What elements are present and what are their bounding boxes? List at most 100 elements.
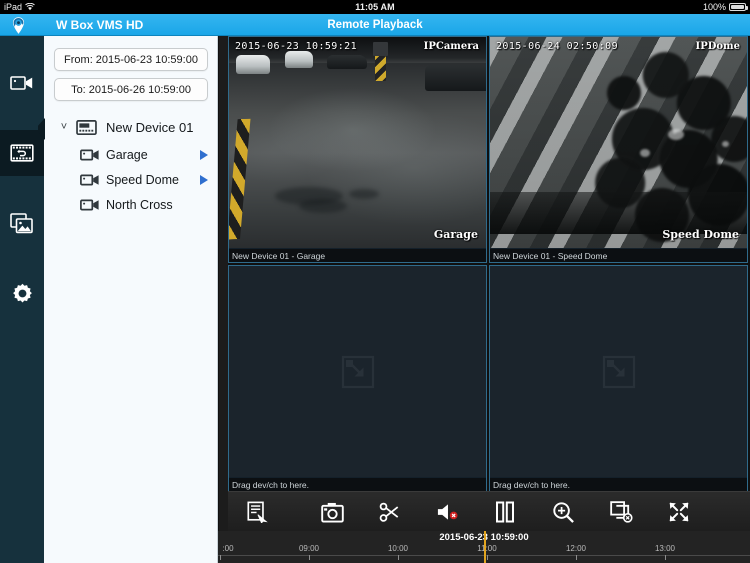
fullscreen-icon	[669, 502, 689, 522]
scene-highlight	[668, 129, 684, 140]
scene-stain	[299, 199, 347, 213]
tree-item-channel-label: North Cross	[106, 197, 173, 212]
osd-channel-name: Garage	[433, 228, 478, 241]
device-nvr-icon	[76, 119, 97, 135]
tree-item-channel-speed-dome[interactable]: Speed Dome	[44, 167, 218, 192]
end-time-field[interactable]: To: 2015-06-26 10:59:00	[54, 78, 208, 101]
osd-timestamp: 2015-06-24 02:50:09	[496, 41, 618, 52]
close-windows-icon	[609, 501, 633, 523]
timeline-tick	[309, 555, 310, 560]
tree-item-channel-garage[interactable]: Garage	[44, 142, 218, 167]
clip-button[interactable]	[360, 492, 418, 532]
video-cell-empty-3[interactable]: Drag dev/ch to here.	[228, 265, 487, 492]
status-bar-clock: 11:05 AM	[355, 2, 395, 12]
timeline-tick-label: 09:00	[298, 544, 320, 553]
timeline-tick-label: 13:00	[654, 544, 676, 553]
chevron-down-icon[interactable]: ˅	[58, 121, 70, 133]
magnifier-plus-icon	[552, 501, 574, 523]
video-cell-garage[interactable]: 2015-06-23 10:59:21 IPCamera Garage New …	[228, 36, 487, 263]
tree-item-device[interactable]: ˅ New Device 01	[44, 112, 218, 142]
gear-icon	[12, 283, 32, 303]
audio-button[interactable]	[418, 492, 476, 532]
capture-button[interactable]	[303, 492, 361, 532]
scene-highlight	[722, 141, 729, 147]
device-sidebar: From: 2015-06-23 10:59:00 To: 2015-06-26…	[44, 36, 218, 563]
video-grid: 2015-06-23 10:59:21 IPCamera Garage New …	[228, 36, 750, 492]
playback-timeline[interactable]: 2015-06-23 10:59:00 :00 09:00 10:00 11:0…	[218, 531, 750, 563]
sidebar-item-live-view[interactable]	[0, 60, 44, 106]
video-feed: 2015-06-23 10:59:21 IPCamera Garage	[229, 37, 486, 248]
video-cell-empty-4[interactable]: Drag dev/ch to here.	[489, 265, 748, 492]
video-camera-icon	[10, 76, 33, 90]
play-triangle-icon[interactable]	[200, 149, 208, 160]
camera-icon	[80, 149, 99, 160]
camera-icon	[80, 174, 99, 185]
ios-status-bar: iPad 11:05 AM 100%	[0, 0, 750, 14]
scene-car	[236, 55, 270, 74]
tree-item-channel-north-cross[interactable]: North Cross	[44, 192, 218, 217]
drag-drop-icon	[602, 355, 635, 388]
list-select-icon	[247, 501, 268, 523]
battery-full-icon	[729, 3, 748, 11]
video-cell-label: New Device 01 - Speed Dome	[490, 248, 747, 262]
scene-stain	[349, 189, 379, 199]
sidebar-item-remote-playback[interactable]	[0, 130, 44, 176]
scene-car	[425, 65, 486, 91]
drag-drop-icon	[341, 355, 374, 388]
video-cell-label: Drag dev/ch to here.	[490, 477, 747, 491]
scene-pillar	[375, 53, 386, 81]
speaker-muted-icon	[437, 504, 457, 520]
event-list-button[interactable]	[228, 492, 286, 532]
fullscreen-button[interactable]	[650, 492, 708, 532]
film-playback-icon	[10, 144, 34, 162]
scene-car	[285, 51, 313, 68]
device-tree: ˅ New Device 01 Garage Speed Dome North …	[44, 112, 218, 217]
tree-item-channel-label: Speed Dome	[106, 172, 179, 187]
osd-device-name: IPDome	[695, 41, 740, 52]
battery-percent: 100%	[702, 2, 726, 12]
app-root: iPad 11:05 AM 100% W Box VMS HD Remote P…	[0, 0, 750, 563]
drop-target[interactable]	[490, 266, 747, 477]
images-gallery-icon	[10, 212, 33, 233]
osd-channel-name: Speed Dome	[662, 228, 739, 241]
close-all-button[interactable]	[592, 492, 650, 532]
osd-device-name: IPCamera	[423, 41, 479, 52]
timeline-tick	[220, 555, 221, 560]
timeline-tick	[398, 555, 399, 560]
tree-item-channel-label: Garage	[106, 147, 148, 162]
timeline-tick-label: 10:00	[387, 544, 409, 553]
timeline-tick	[576, 555, 577, 560]
timeline-tick	[665, 555, 666, 560]
scissors-icon	[379, 502, 399, 522]
scene-pillar	[373, 42, 388, 56]
app-title-bar: W Box VMS HD Remote Playback	[0, 14, 750, 36]
timeline-tick-label: 12:00	[565, 544, 587, 553]
timeline-tick-label: 11:00	[477, 544, 497, 553]
timeline-tick	[487, 555, 488, 560]
playback-toolbar	[228, 491, 750, 531]
status-bar-right: 100%	[702, 0, 748, 14]
timeline-tick-label: :00	[222, 544, 234, 553]
start-time-field[interactable]: From: 2015-06-23 10:59:00	[54, 48, 208, 71]
drop-target[interactable]	[229, 266, 486, 477]
video-cell-label: Drag dev/ch to here.	[229, 477, 486, 491]
play-triangle-icon[interactable]	[200, 174, 208, 185]
panel-divider	[219, 36, 228, 563]
timeline-cursor[interactable]	[484, 531, 486, 563]
video-cell-label: New Device 01 - Garage	[229, 248, 486, 262]
video-feed: 2015-06-24 02:50:09 IPDome Speed Dome	[490, 37, 747, 248]
scene-highlight	[640, 149, 650, 157]
page-title: Remote Playback	[327, 19, 423, 31]
sidebar-item-configuration[interactable]	[0, 270, 44, 316]
navigation-rail	[0, 36, 44, 563]
camera-icon	[80, 199, 99, 210]
osd-timestamp: 2015-06-23 10:59:21	[235, 41, 357, 52]
pause-icon	[496, 501, 514, 523]
tree-item-device-label: New Device 01	[106, 119, 194, 135]
sidebar-item-gallery[interactable]	[0, 200, 44, 246]
camera-snapshot-icon	[320, 502, 344, 523]
pause-button[interactable]	[476, 492, 534, 532]
scene-car	[327, 55, 367, 69]
video-cell-speed-dome[interactable]: 2015-06-24 02:50:09 IPDome Speed Dome Ne…	[489, 36, 748, 263]
digital-zoom-button[interactable]	[534, 492, 592, 532]
